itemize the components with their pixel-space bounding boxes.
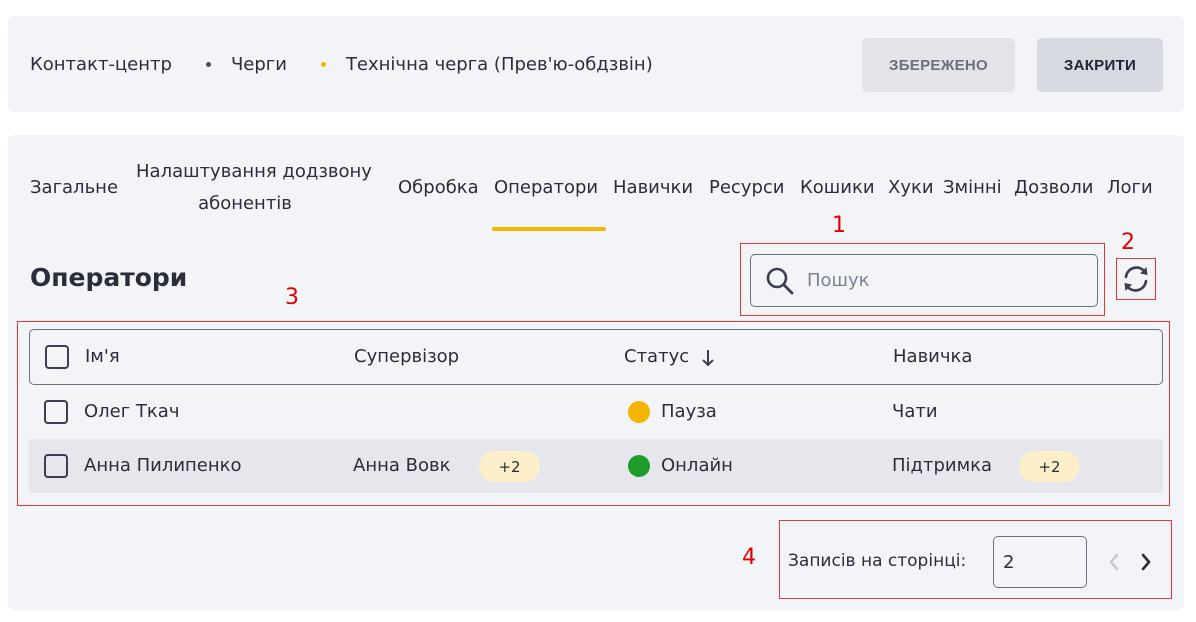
row-checkbox[interactable] xyxy=(44,454,68,478)
column-header-status[interactable]: Статус xyxy=(624,330,689,384)
breadcrumb-separator-dot xyxy=(320,61,326,67)
tab-dialing-settings-line2: абонентів xyxy=(198,193,292,214)
tab-resources[interactable]: Ресурси xyxy=(709,172,785,204)
tab-general[interactable]: Загальне xyxy=(30,172,118,204)
saved-button[interactable]: ЗБЕРЕЖЕНО xyxy=(862,38,1015,92)
section-title: Оператори xyxy=(30,263,188,292)
search-icon xyxy=(766,267,794,294)
table-row[interactable]: Анна Пилипенко Анна Вовк +2 Онлайн Підтр… xyxy=(29,439,1163,493)
column-header-skill[interactable]: Навичка xyxy=(893,330,972,384)
tab-logs[interactable]: Логи xyxy=(1107,172,1153,204)
table-header: Ім'я Супервізор Статус Навичка xyxy=(29,329,1163,385)
breadcrumb-item-current: Технічна черга (Прев'ю-обдзвін) xyxy=(345,53,653,75)
status-indicator-online xyxy=(628,455,650,477)
column-header-name[interactable]: Ім'я xyxy=(85,330,120,384)
annotation-label-3: 3 xyxy=(285,285,299,310)
header-card: Контакт-центр Черги Технічна черга (Прев… xyxy=(8,16,1184,112)
operator-supervisor: Анна Вовк xyxy=(353,455,451,476)
close-button[interactable]: ЗАКРИТИ xyxy=(1037,38,1163,92)
search-input[interactable] xyxy=(807,270,1077,291)
active-tab-indicator xyxy=(492,227,606,231)
breadcrumb-item-queues[interactable]: Черги xyxy=(231,54,287,75)
operator-skill: Чати xyxy=(892,401,938,422)
tab-skills[interactable]: Навички xyxy=(613,172,693,204)
rows-per-page-input[interactable] xyxy=(993,536,1087,588)
tab-variables[interactable]: Змінні xyxy=(943,172,1002,204)
annotation-label-1: 1 xyxy=(832,213,846,238)
previous-page-button[interactable] xyxy=(1104,552,1124,572)
operator-status: Пауза xyxy=(661,401,717,422)
supervisor-more-badge[interactable]: +2 xyxy=(479,451,540,482)
search-field[interactable] xyxy=(750,254,1098,307)
tab-permissions[interactable]: Дозволи xyxy=(1014,172,1093,204)
tab-dialing-settings[interactable]: Налаштування додзвону абонентів xyxy=(136,156,372,220)
refresh-button[interactable] xyxy=(1119,262,1153,296)
skill-more-badge[interactable]: +2 xyxy=(1019,451,1080,482)
tab-dialing-settings-line1: Налаштування додзвону xyxy=(136,161,372,182)
breadcrumb: Контакт-центр Черги Технічна черга (Прев… xyxy=(30,16,653,112)
rows-per-page-label: Записів на сторінці: xyxy=(788,551,967,571)
row-checkbox[interactable] xyxy=(44,400,68,424)
column-header-supervisor[interactable]: Супервізор xyxy=(354,330,459,384)
breadcrumb-item-contact-center[interactable]: Контакт-центр xyxy=(30,54,172,75)
chevron-left-icon xyxy=(1109,553,1119,571)
status-indicator-pause xyxy=(628,401,650,423)
sort-down-arrow-icon[interactable] xyxy=(701,348,715,368)
operator-skill: Підтримка xyxy=(892,455,993,476)
annotation-label-2: 2 xyxy=(1121,230,1135,255)
chevron-right-icon xyxy=(1141,553,1151,571)
breadcrumb-separator-dot xyxy=(205,61,211,67)
operator-name: Олег Ткач xyxy=(84,401,180,422)
table-row[interactable]: Олег Ткач Пауза Чати xyxy=(29,385,1163,439)
tab-operators[interactable]: Оператори xyxy=(494,172,598,204)
operator-status: Онлайн xyxy=(661,455,733,476)
tab-baskets[interactable]: Кошики xyxy=(800,172,875,204)
tab-hooks[interactable]: Хуки xyxy=(888,172,934,204)
refresh-icon xyxy=(1124,266,1148,292)
next-page-button[interactable] xyxy=(1136,552,1156,572)
tab-processing[interactable]: Обробка xyxy=(398,172,479,204)
annotation-label-4: 4 xyxy=(742,545,756,570)
operator-name: Анна Пилипенко xyxy=(84,455,242,476)
select-all-checkbox[interactable] xyxy=(45,345,69,369)
